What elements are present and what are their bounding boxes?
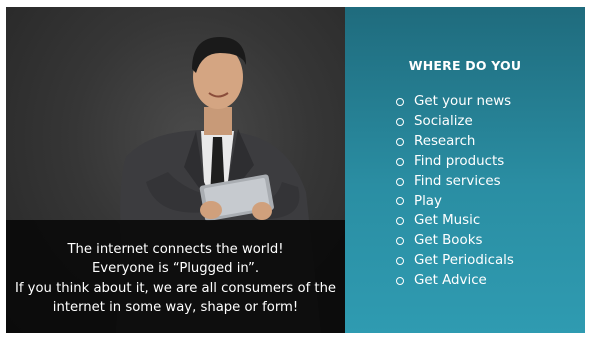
list-item: Get Periodicals [396,251,514,271]
circle-bullet-icon [396,177,404,186]
list-item: Find services [396,172,514,192]
list-item-label: Find products [414,153,505,169]
circle-bullet-icon [396,157,404,166]
list-item: Find products [396,152,514,172]
info-title: WHERE DO YOU [408,58,522,73]
list-item: Research [396,132,514,152]
caption-line-4: internet in some way, shape or form! [52,300,299,315]
list-item: Socialize [396,112,514,132]
list-item-label: Get Books [414,233,483,249]
circle-bullet-icon [396,217,404,226]
photo-panel: The internet connects the world! Everyon… [6,7,345,333]
info-panel: WHERE DO YOU Get your news Socialize Res… [345,7,585,333]
circle-bullet-icon [396,117,404,126]
circle-bullet-icon [396,97,404,106]
caption-line-3: If you think about it, we are all consum… [14,280,337,296]
list-item-label: Research [414,133,476,149]
circle-bullet-icon [396,277,404,286]
list-item: Get your news [396,92,514,112]
list-item-label: Get your news [414,94,512,109]
circle-bullet-icon [396,257,404,266]
slide: The internet connects the world! Everyon… [6,7,585,333]
list-item-label: Socialize [414,113,473,129]
circle-bullet-icon [396,137,404,146]
caption-line-1: The internet connects the world! [67,241,284,257]
list-item: Play [396,192,514,212]
circle-bullet-icon [396,197,404,206]
list-item: Get Books [396,231,514,251]
caption-band: The internet connects the world! Everyon… [6,220,345,333]
caption-line-2: Everyone is “Plugged in”. [91,261,260,276]
list-item-label: Play [414,193,442,209]
info-list: Get your news Socialize Research Find pr… [396,92,514,291]
list-item-label: Get Music [414,213,481,229]
list-item-label: Find services [414,173,501,189]
list-item-label: Get Advice [414,273,487,289]
list-item: Get Advice [396,271,514,291]
list-item-label: Get Periodicals [414,253,514,269]
circle-bullet-icon [396,237,404,246]
list-item: Get Music [396,211,514,231]
caption-text: The internet connects the world! Everyon… [15,240,336,318]
